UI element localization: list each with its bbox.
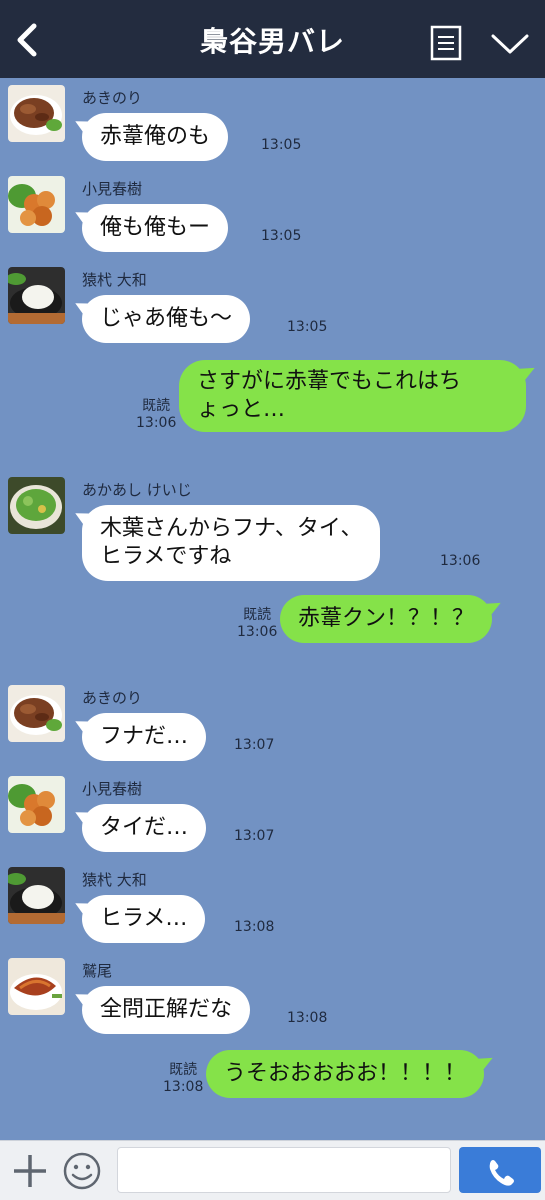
- message-bubble[interactable]: ヒラメ…: [82, 895, 206, 943]
- sender-name: 小見春樹: [82, 180, 143, 198]
- message-bubble[interactable]: じゃあ俺も〜: [82, 295, 251, 343]
- message-input[interactable]: [117, 1147, 451, 1193]
- beef-dish-avatar[interactable]: [8, 685, 65, 742]
- smiley-icon[interactable]: [62, 1151, 102, 1191]
- plus-icon[interactable]: [12, 1153, 48, 1189]
- sender-name: 小見春樹: [82, 780, 143, 798]
- sender-name: あきのり: [82, 89, 143, 107]
- read-receipt: 既読 13:08: [163, 1062, 204, 1095]
- phone-icon: [489, 1160, 514, 1186]
- message-bubble[interactable]: フナだ…: [82, 713, 207, 761]
- message-time: 13:05: [261, 137, 302, 153]
- sender-name: あかあし けいじ: [82, 481, 192, 499]
- read-receipt: 既読 13:06: [136, 398, 177, 431]
- chat-title: 梟谷男バレ: [199, 25, 345, 58]
- chat-header: 梟谷男バレ: [0, 0, 545, 78]
- message-bubble[interactable]: 赤葦俺のも: [82, 113, 229, 161]
- grated-radish-avatar[interactable]: [8, 267, 65, 324]
- message-bubble[interactable]: 木葉さんからフナ、タイ、 ヒラメですね: [82, 505, 381, 581]
- message-bubble[interactable]: 赤葦クン！？！？: [280, 595, 493, 643]
- call-button[interactable]: [459, 1147, 541, 1193]
- message-time: 13:06: [440, 553, 481, 569]
- sender-name: あきのり: [82, 689, 143, 707]
- sender-name: 鷲尾: [82, 962, 113, 980]
- message-time: 13:07: [234, 828, 275, 844]
- note-icon[interactable]: [428, 24, 464, 62]
- sender-name: 猿杙 大和: [82, 271, 147, 289]
- greens-avatar[interactable]: [8, 477, 65, 534]
- input-bar: [0, 1140, 545, 1200]
- beef-dish-avatar[interactable]: [8, 85, 65, 142]
- message-time: 13:08: [287, 1010, 328, 1026]
- message-bubble[interactable]: さすがに赤葦でもこれはち ょっと…: [179, 360, 526, 432]
- chevron-down-icon[interactable]: [490, 30, 530, 58]
- grated-radish-avatar[interactable]: [8, 867, 65, 924]
- karaage-avatar[interactable]: [8, 176, 65, 233]
- message-bubble[interactable]: タイだ…: [82, 804, 207, 852]
- grilled-fish-avatar[interactable]: [8, 958, 65, 1015]
- message-bubble[interactable]: 俺も俺もー: [82, 204, 229, 252]
- read-receipt: 既読 13:06: [237, 607, 278, 640]
- karaage-avatar[interactable]: [8, 776, 65, 833]
- chevron-left-icon[interactable]: [10, 22, 44, 58]
- message-time: 13:05: [287, 319, 328, 335]
- message-bubble[interactable]: 全問正解だな: [82, 986, 251, 1034]
- message-time: 13:05: [261, 228, 302, 244]
- sender-name: 猿杙 大和: [82, 871, 147, 889]
- message-time: 13:08: [234, 919, 275, 935]
- message-time: 13:07: [234, 737, 275, 753]
- message-bubble[interactable]: うそおおおおお！！！！: [206, 1050, 485, 1098]
